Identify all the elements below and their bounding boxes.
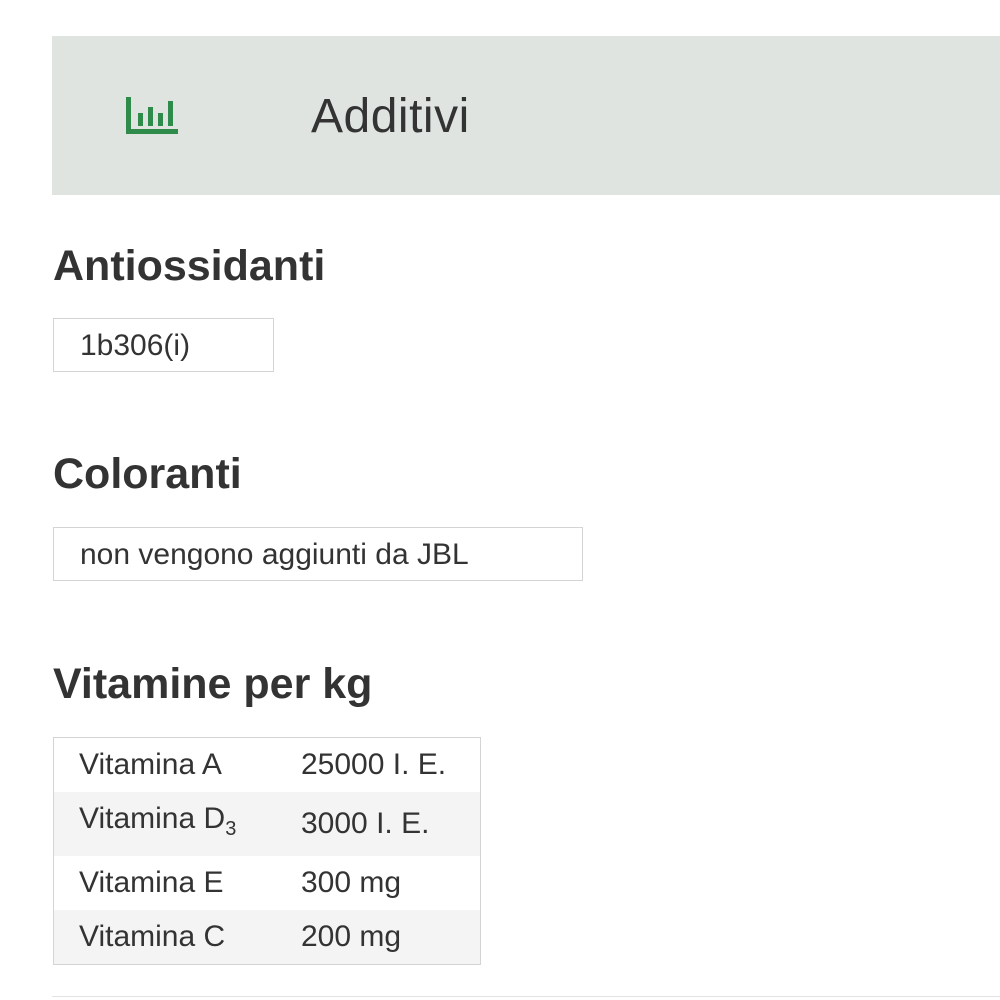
additives-header: [52, 36, 1000, 195]
vitamin-name: Vitamina E: [79, 866, 224, 899]
vitamin-name-cell: Vitamina D3: [54, 792, 302, 856]
table-row: Vitamina E 300 mg: [54, 856, 481, 910]
page-title: Additivi: [311, 90, 470, 143]
divider: [52, 996, 1000, 997]
vitamin-name: Vitamina D: [79, 802, 226, 835]
bar-chart-icon: [126, 97, 178, 134]
vitamin-value: 25000 I. E.: [301, 748, 447, 781]
colorants-value: non vengono aggiunti da JBL: [53, 527, 583, 581]
vitamin-name: Vitamina A: [79, 748, 222, 781]
table-row: Vitamina A 25000 I. E.: [54, 738, 481, 793]
table-row: Vitamina D3 3000 I. E.: [53, 792, 481, 856]
vitamin-value: 3000 I. E.: [301, 807, 430, 840]
vitamin-subscript: 3: [225, 818, 237, 840]
vitamin-name: Vitamina C: [79, 920, 226, 953]
vitamins-title: Vitamine per kg: [53, 660, 373, 708]
vitamin-value: 200 mg: [301, 920, 402, 953]
antioxidants-value: 1b306(i): [53, 318, 274, 372]
vitamins-table: Vitamina A 25000 I. E. Vitamina D3 3000 …: [53, 737, 481, 965]
vitamin-value: 300 mg: [301, 866, 402, 899]
table-row: Vitamina C 200 mg: [53, 910, 481, 965]
antioxidants-title: Antiossidanti: [53, 242, 326, 290]
colorants-title: Coloranti: [53, 450, 242, 498]
